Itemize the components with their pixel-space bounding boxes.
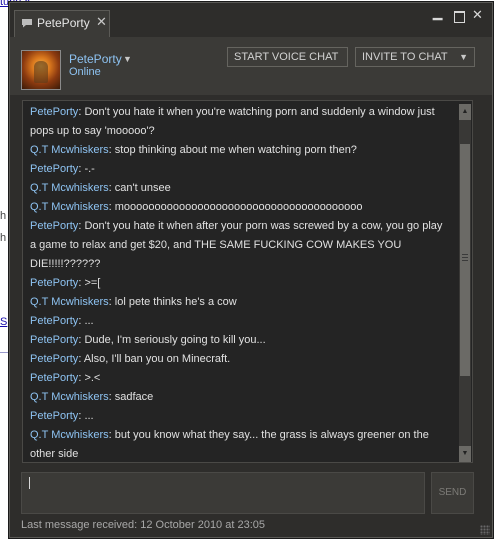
invite-to-chat-label: INVITE TO CHAT bbox=[362, 51, 448, 63]
chat-message: PetePorty: Dude, I'm seriously going to … bbox=[30, 331, 450, 350]
text-cursor bbox=[29, 477, 30, 489]
avatar[interactable] bbox=[21, 50, 61, 90]
chat-log[interactable]: PetePorty: Don't you hate it when you're… bbox=[22, 100, 473, 463]
chevron-down-icon[interactable]: ▼ bbox=[123, 54, 132, 64]
message-sender[interactable]: PetePorty bbox=[30, 315, 78, 327]
close-icon[interactable]: ✕ bbox=[472, 7, 483, 23]
chat-window: PetePorty ✕ ▁ ✕ PetePorty ▼ Online START… bbox=[9, 2, 493, 538]
message-sender[interactable]: PetePorty bbox=[30, 163, 78, 175]
scroll-track[interactable] bbox=[459, 120, 471, 446]
chat-message: Q.T Mcwhiskers: can't unsee bbox=[30, 179, 450, 198]
resize-grip-icon[interactable] bbox=[480, 525, 490, 535]
message-sender[interactable]: Q.T Mcwhiskers bbox=[30, 182, 109, 194]
message-list: PetePorty: Don't you hate it when you're… bbox=[30, 103, 450, 462]
chat-message: Q.T Mcwhiskers: lol pete thinks he's a c… bbox=[30, 293, 450, 312]
tab-label: PetePorty bbox=[37, 16, 90, 30]
message-sender[interactable]: PetePorty bbox=[30, 220, 78, 232]
message-text: stop thinking about me when watching por… bbox=[114, 144, 357, 156]
start-voice-chat-button[interactable]: START VOICE CHAT bbox=[227, 47, 348, 67]
message-sender[interactable]: Q.T Mcwhiskers bbox=[30, 429, 109, 441]
start-voice-chat-label: START VOICE CHAT bbox=[234, 51, 339, 63]
maximize-icon[interactable] bbox=[454, 11, 465, 23]
friend-header: PetePorty ▼ Online START VOICE CHAT INVI… bbox=[10, 37, 492, 95]
message-text: Don't you hate it when after your porn w… bbox=[30, 220, 443, 270]
message-text: -.- bbox=[84, 163, 95, 175]
chat-message: PetePorty: >=[ bbox=[30, 274, 450, 293]
scroll-thumb[interactable] bbox=[460, 144, 470, 376]
message-sender[interactable]: PetePorty bbox=[30, 334, 78, 346]
message-text: >=[ bbox=[84, 277, 101, 289]
send-button[interactable]: SEND bbox=[431, 472, 474, 514]
minimize-icon[interactable]: ▁ bbox=[433, 6, 442, 20]
message-sender[interactable]: Q.T Mcwhiskers bbox=[30, 144, 109, 156]
chat-message: PetePorty: Don't you hate it when after … bbox=[30, 217, 450, 274]
chat-message: Q.T Mcwhiskers: sadface bbox=[30, 388, 450, 407]
chat-message: Q.T Mcwhiskers: but you know what they s… bbox=[30, 426, 450, 462]
tab-close-icon[interactable]: ✕ bbox=[96, 14, 107, 30]
message-text: Don't you hate it when you're watching p… bbox=[30, 106, 435, 137]
grip-icon bbox=[462, 254, 468, 262]
message-sender[interactable]: PetePorty bbox=[30, 410, 78, 422]
message-sender[interactable]: PetePorty bbox=[30, 106, 78, 118]
friend-name[interactable]: PetePorty bbox=[69, 52, 122, 66]
message-text: can't unsee bbox=[114, 182, 171, 194]
friend-status: Online bbox=[69, 66, 101, 78]
chat-message: PetePorty: ... bbox=[30, 312, 450, 331]
message-sender[interactable]: PetePorty bbox=[30, 277, 78, 289]
chevron-down-icon: ▼ bbox=[459, 52, 468, 62]
background-text: h bbox=[0, 232, 7, 244]
message-sender[interactable]: Q.T Mcwhiskers bbox=[30, 391, 109, 403]
chat-message: PetePorty: Don't you hate it when you're… bbox=[30, 103, 450, 141]
chat-message: Q.T Mcwhiskers: stop thinking about me w… bbox=[30, 141, 450, 160]
scrollbar[interactable]: ▲ ▼ bbox=[459, 104, 471, 462]
message-text: Dude, I'm seriously going to kill you... bbox=[84, 334, 266, 346]
chat-message: PetePorty: -.- bbox=[30, 160, 450, 179]
message-input[interactable] bbox=[21, 472, 425, 514]
message-sender[interactable]: PetePorty bbox=[30, 353, 78, 365]
message-text: sadface bbox=[114, 391, 154, 403]
message-text: Also, I'll ban you on Minecraft. bbox=[83, 353, 231, 365]
last-message-received: Last message received: 12 October 2010 a… bbox=[21, 519, 265, 531]
chat-message: PetePorty: ... bbox=[30, 407, 450, 426]
message-sender[interactable]: Q.T Mcwhiskers bbox=[30, 201, 109, 213]
tab-peteporty[interactable]: PetePorty ✕ bbox=[14, 10, 110, 37]
chat-message: PetePorty: >.< bbox=[30, 369, 450, 388]
avatar-figure bbox=[34, 61, 48, 83]
invite-to-chat-button[interactable]: INVITE TO CHAT ▼ bbox=[355, 47, 475, 67]
chat-message: Q.T Mcwhiskers: mooooooooooooooooooooooo… bbox=[30, 198, 450, 217]
message-text: >.< bbox=[84, 372, 101, 384]
background-text: h bbox=[0, 210, 7, 222]
chat-message: PetePorty: Also, I'll ban you on Minecra… bbox=[30, 350, 450, 369]
scroll-down-icon[interactable]: ▼ bbox=[459, 446, 471, 462]
message-text: ... bbox=[84, 410, 94, 422]
message-text: lol pete thinks he's a cow bbox=[114, 296, 237, 308]
scroll-up-icon[interactable]: ▲ bbox=[459, 104, 471, 120]
message-sender[interactable]: Q.T Mcwhiskers bbox=[30, 296, 109, 308]
chat-bubble-icon bbox=[22, 19, 32, 28]
message-text: mooooooooooooooooooooooooooooooooooooooo bbox=[114, 201, 363, 213]
send-label: SEND bbox=[438, 487, 467, 498]
message-text: ... bbox=[84, 315, 94, 327]
background-link[interactable]: S bbox=[0, 316, 7, 328]
message-sender[interactable]: PetePorty bbox=[30, 372, 78, 384]
tab-bar: PetePorty ✕ ▁ ✕ bbox=[10, 3, 492, 37]
